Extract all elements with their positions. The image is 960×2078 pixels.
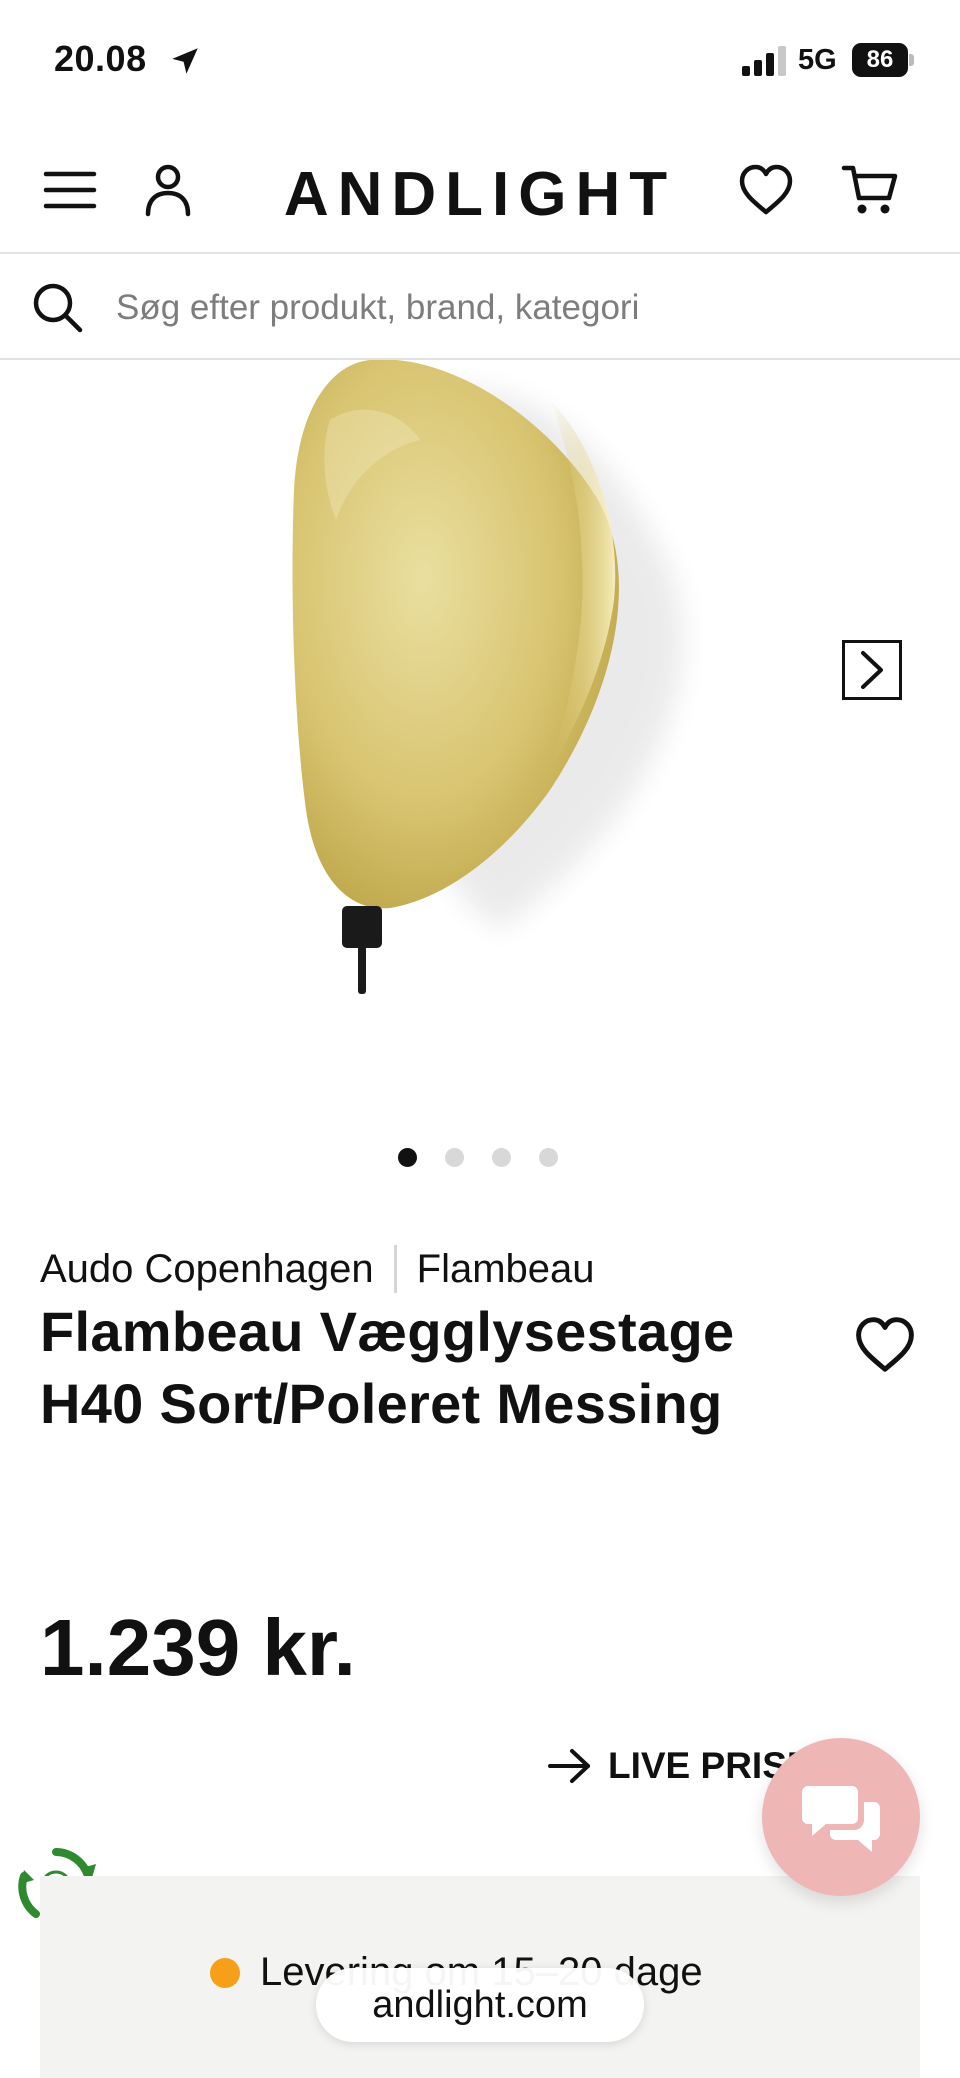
arrow-right-icon — [548, 1749, 590, 1783]
shopping-cart-icon[interactable] — [840, 160, 900, 220]
product-brand-link[interactable]: Audo Copenhagen — [40, 1247, 374, 1292]
gallery-dot-4[interactable] — [539, 1148, 558, 1167]
status-time: 20.08 — [54, 38, 147, 79]
cellular-signal-icon — [742, 46, 786, 76]
search-icon[interactable] — [30, 280, 84, 334]
product-title: Flambeau Vægglysestage H40 Sort/Poleret … — [40, 1300, 735, 1435]
status-bar: 20.08 5G 86 — [0, 0, 960, 120]
gallery-dot-1[interactable] — [398, 1148, 417, 1167]
product-price: 1.239 kr. — [40, 1603, 356, 1692]
battery-icon: 86 — [852, 43, 914, 77]
battery-level: 86 — [852, 43, 908, 77]
gallery-dot-3[interactable] — [492, 1148, 511, 1167]
account-icon[interactable] — [138, 160, 198, 220]
product-gallery[interactable] — [0, 360, 960, 1180]
hamburger-menu-icon[interactable] — [40, 160, 100, 220]
heart-icon[interactable] — [736, 160, 796, 220]
chat-button[interactable] — [762, 1738, 920, 1896]
product-page: 20.08 5G 86 ANDLIGHT Søg efter produkt, … — [0, 0, 960, 2078]
product-brand-row: Audo Copenhagen Flambeau — [40, 1244, 595, 1294]
product-collection-link[interactable]: Flambeau — [417, 1247, 595, 1292]
chat-bubbles-icon — [802, 1786, 880, 1852]
location-arrow-icon — [172, 48, 198, 74]
gallery-pagination — [398, 1148, 558, 1168]
next-image-button[interactable] — [842, 640, 902, 700]
gallery-dot-2[interactable] — [445, 1148, 464, 1167]
site-header: ANDLIGHT — [0, 120, 960, 254]
delivery-status-dot — [210, 1957, 240, 1988]
search-bar — [0, 254, 960, 360]
search-input[interactable] — [116, 280, 916, 336]
brand-divider — [393, 1245, 397, 1293]
network-type: 5G — [798, 44, 837, 76]
add-to-wishlist-heart-icon[interactable] — [850, 1312, 920, 1378]
brand-logo[interactable]: ANDLIGHT — [280, 160, 680, 230]
product-image[interactable] — [250, 360, 730, 1000]
browser-url-bar[interactable]: andlight.com — [316, 1968, 644, 2042]
